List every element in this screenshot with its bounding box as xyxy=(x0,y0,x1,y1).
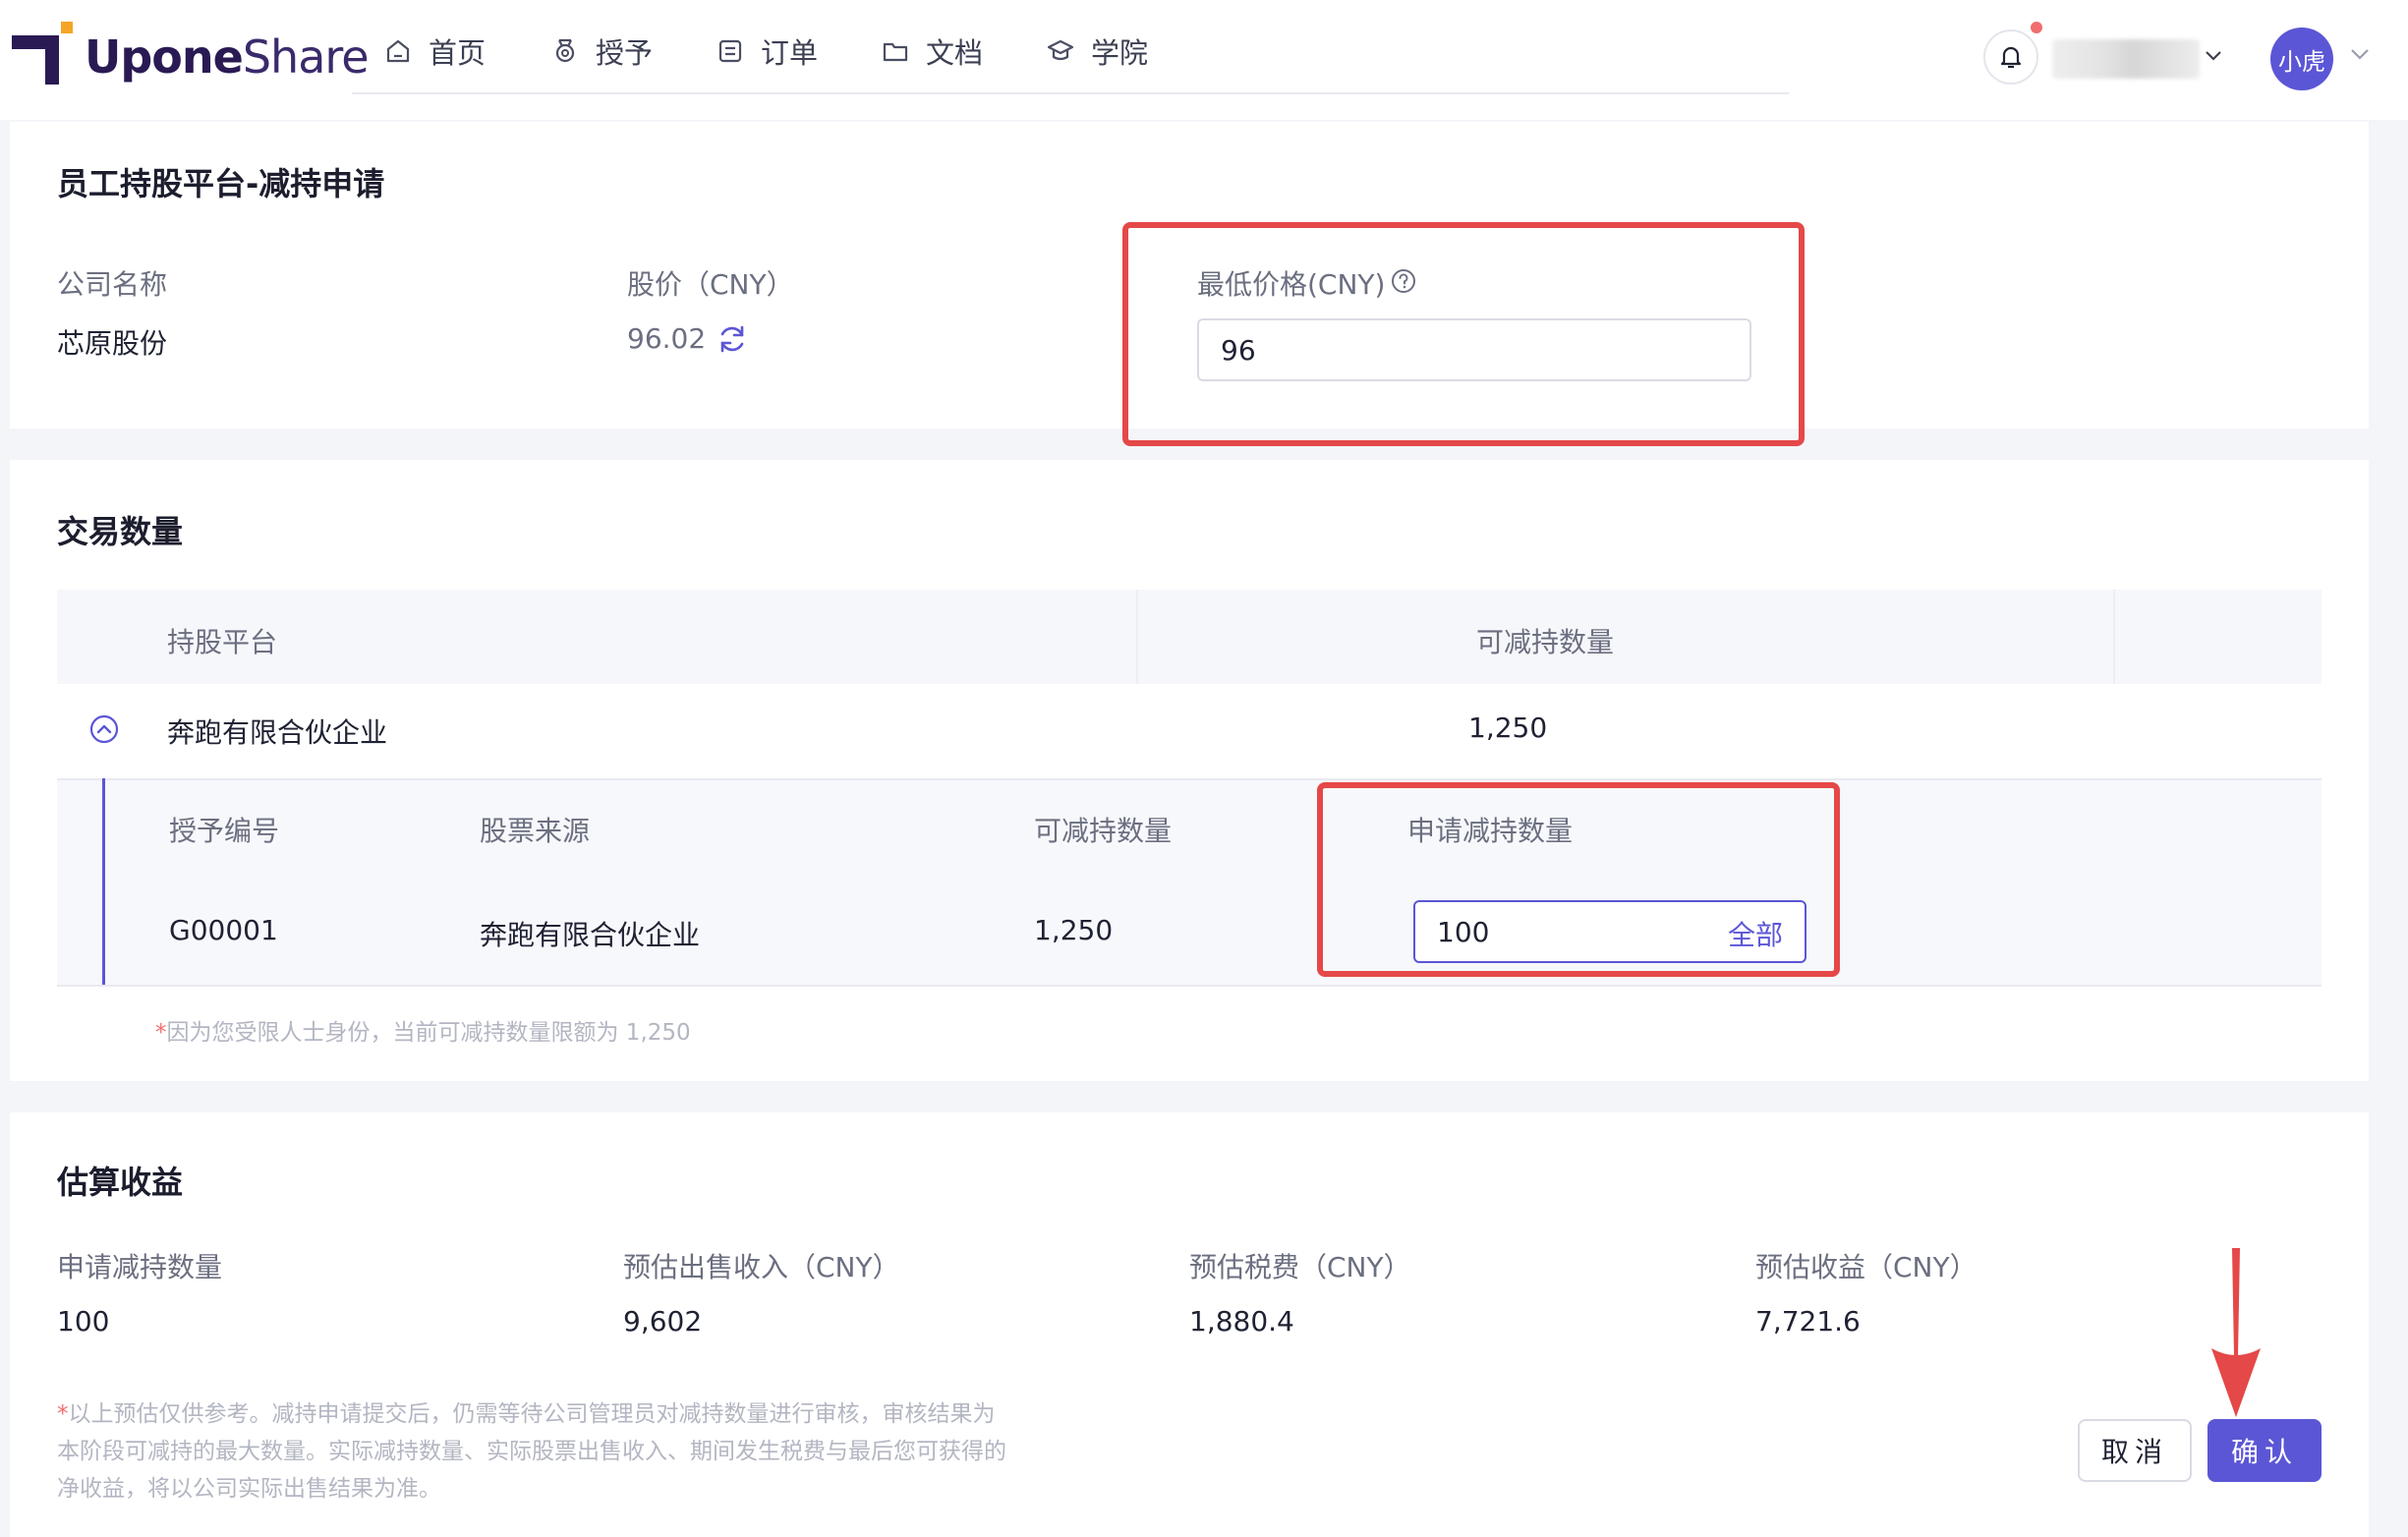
notification-button[interactable] xyxy=(1983,29,2038,85)
row-platform: 奔跑有限合伙企业 xyxy=(167,716,388,749)
highlight-box-apply-qty xyxy=(1317,782,1840,977)
logo-mark-icon xyxy=(12,22,73,85)
page-title: 员工持股平台-减持申请 xyxy=(57,165,385,202)
column-divider-2 xyxy=(2113,590,2115,684)
sub-col-grant-id: 授予编号 xyxy=(169,815,280,847)
collapse-toggle-icon[interactable] xyxy=(88,713,120,745)
est-value-tax: 1,880.4 xyxy=(1189,1305,1294,1338)
bell-icon xyxy=(2000,46,2022,69)
column-divider xyxy=(1136,590,1138,684)
col-reducible: 可减持数量 xyxy=(1476,626,1615,658)
estimate-card: 估算收益 申请减持数量 100 预估出售收入（CNY） 9,602 预估税费（C… xyxy=(10,1112,2369,1537)
disclaimer-line-1: *以上预估仅供参考。减持申请提交后，仍需等待公司管理员对减持数量进行审核，审核结… xyxy=(57,1395,1138,1433)
refresh-icon[interactable] xyxy=(716,322,749,356)
home-icon xyxy=(386,39,410,63)
chevron-down-icon[interactable] xyxy=(2202,45,2225,65)
nav-home-label: 首页 xyxy=(429,36,487,70)
nav-grant-label: 授予 xyxy=(596,36,654,70)
account-name-redacted[interactable] xyxy=(2052,39,2200,79)
grant-subtable: 授予编号 股票来源 可减持数量 申请减持数量 G00001 奔跑有限合伙企业 1… xyxy=(57,778,2322,987)
avatar[interactable]: 小虎 xyxy=(2270,28,2333,90)
folder-icon xyxy=(883,42,908,62)
est-value-qty: 100 xyxy=(57,1305,110,1338)
disclaimer-star: * xyxy=(57,1401,69,1427)
est-label-income: 预估出售收入（CNY） xyxy=(623,1251,900,1283)
avatar-chevron-down-icon[interactable] xyxy=(2347,43,2373,65)
est-label-qty: 申请减持数量 xyxy=(57,1251,223,1283)
cancel-button[interactable]: 取消 xyxy=(2078,1419,2192,1482)
quantity-title: 交易数量 xyxy=(57,513,184,550)
nav-academy[interactable]: 学院 xyxy=(1046,29,1148,73)
annotation-arrow-icon xyxy=(2211,1248,2261,1417)
disclaimer-line-1-text: 以上预估仅供参考。减持申请提交后，仍需等待公司管理员对减持数量进行审核，审核结果… xyxy=(68,1401,996,1427)
nav-orders-label: 订单 xyxy=(761,36,819,70)
sub-grant-id: G00001 xyxy=(169,914,278,946)
row-reducible: 1,250 xyxy=(1468,712,1548,744)
price-label: 股价（CNY） xyxy=(627,268,794,301)
sub-col-source: 股票来源 xyxy=(480,815,591,847)
quota-note-text: 因为您受限人士身份，当前可减持数量限额为 1,250 xyxy=(166,1020,691,1046)
price-value: 96.02 xyxy=(627,322,707,355)
disclaimer-line-2: 本阶段可减持的最大数量。实际减持数量、实际股票出售收入、期间发生税费与最后您可获… xyxy=(57,1439,1006,1464)
nav-grant[interactable]: 授予 xyxy=(550,29,653,73)
nav-academy-label: 学院 xyxy=(1091,36,1149,70)
company-label: 公司名称 xyxy=(57,268,168,301)
subtable-indent-bar xyxy=(102,778,105,987)
platform-table-header: 持股平台 可减持数量 xyxy=(57,590,2322,684)
confirm-button[interactable]: 确认 xyxy=(2207,1419,2322,1482)
logo-text[interactable]: UponeShare xyxy=(85,29,370,85)
company-value: 芯原股份 xyxy=(57,327,168,360)
highlight-box-min-price xyxy=(1122,222,1805,446)
award-icon xyxy=(555,38,575,63)
notification-dot xyxy=(2031,22,2042,33)
quantity-card: 交易数量 持股平台 可减持数量 奔跑有限合伙企业 1,250 授予编号 股票来源… xyxy=(10,460,2369,1081)
logo-text-light: Share xyxy=(242,30,370,84)
order-icon xyxy=(718,39,742,63)
graduation-cap-icon xyxy=(1047,39,1074,61)
avatar-text: 小虎 xyxy=(2278,47,2325,76)
nav-docs-label: 文档 xyxy=(926,36,984,70)
logo-text-bold: Upone xyxy=(85,30,244,84)
sub-col-reducible: 可减持数量 xyxy=(1034,815,1173,847)
subtable-bottom-border xyxy=(57,985,2322,987)
sub-reducible: 1,250 xyxy=(1034,914,1114,946)
sub-source: 奔跑有限合伙企业 xyxy=(480,919,701,951)
nav-home[interactable]: 首页 xyxy=(383,29,486,73)
col-platform: 持股平台 xyxy=(167,626,278,658)
est-value-income: 9,602 xyxy=(623,1305,703,1338)
nav-docs[interactable]: 文档 xyxy=(881,29,983,73)
est-value-profit: 7,721.6 xyxy=(1755,1305,1861,1338)
estimate-disclaimer: *以上预估仅供参考。减持申请提交后，仍需等待公司管理员对减持数量进行审核，审核结… xyxy=(57,1395,1138,1508)
note-star: * xyxy=(155,1020,167,1046)
subtable-top-border xyxy=(57,778,2322,780)
disclaimer-line-3: 净收益，将以公司实际出售结果为准。 xyxy=(57,1476,441,1502)
nav-orders[interactable]: 订单 xyxy=(716,29,818,73)
estimate-title: 估算收益 xyxy=(57,1164,184,1201)
top-header: UponeShare 首页 授予 订单 文档 学院 小虎 xyxy=(0,0,2408,120)
est-label-profit: 预估收益（CNY） xyxy=(1755,1251,1978,1283)
quota-note: *因为您受限人士身份，当前可减持数量限额为 1,250 xyxy=(155,1014,691,1052)
main-nav: 首页 授予 订单 文档 学院 xyxy=(352,0,1789,94)
apply-card: 员工持股平台-减持申请 公司名称 芯原股份 股价（CNY） 96.02 最低价格… xyxy=(10,122,2369,446)
est-label-tax: 预估税费（CNY） xyxy=(1189,1251,1411,1283)
